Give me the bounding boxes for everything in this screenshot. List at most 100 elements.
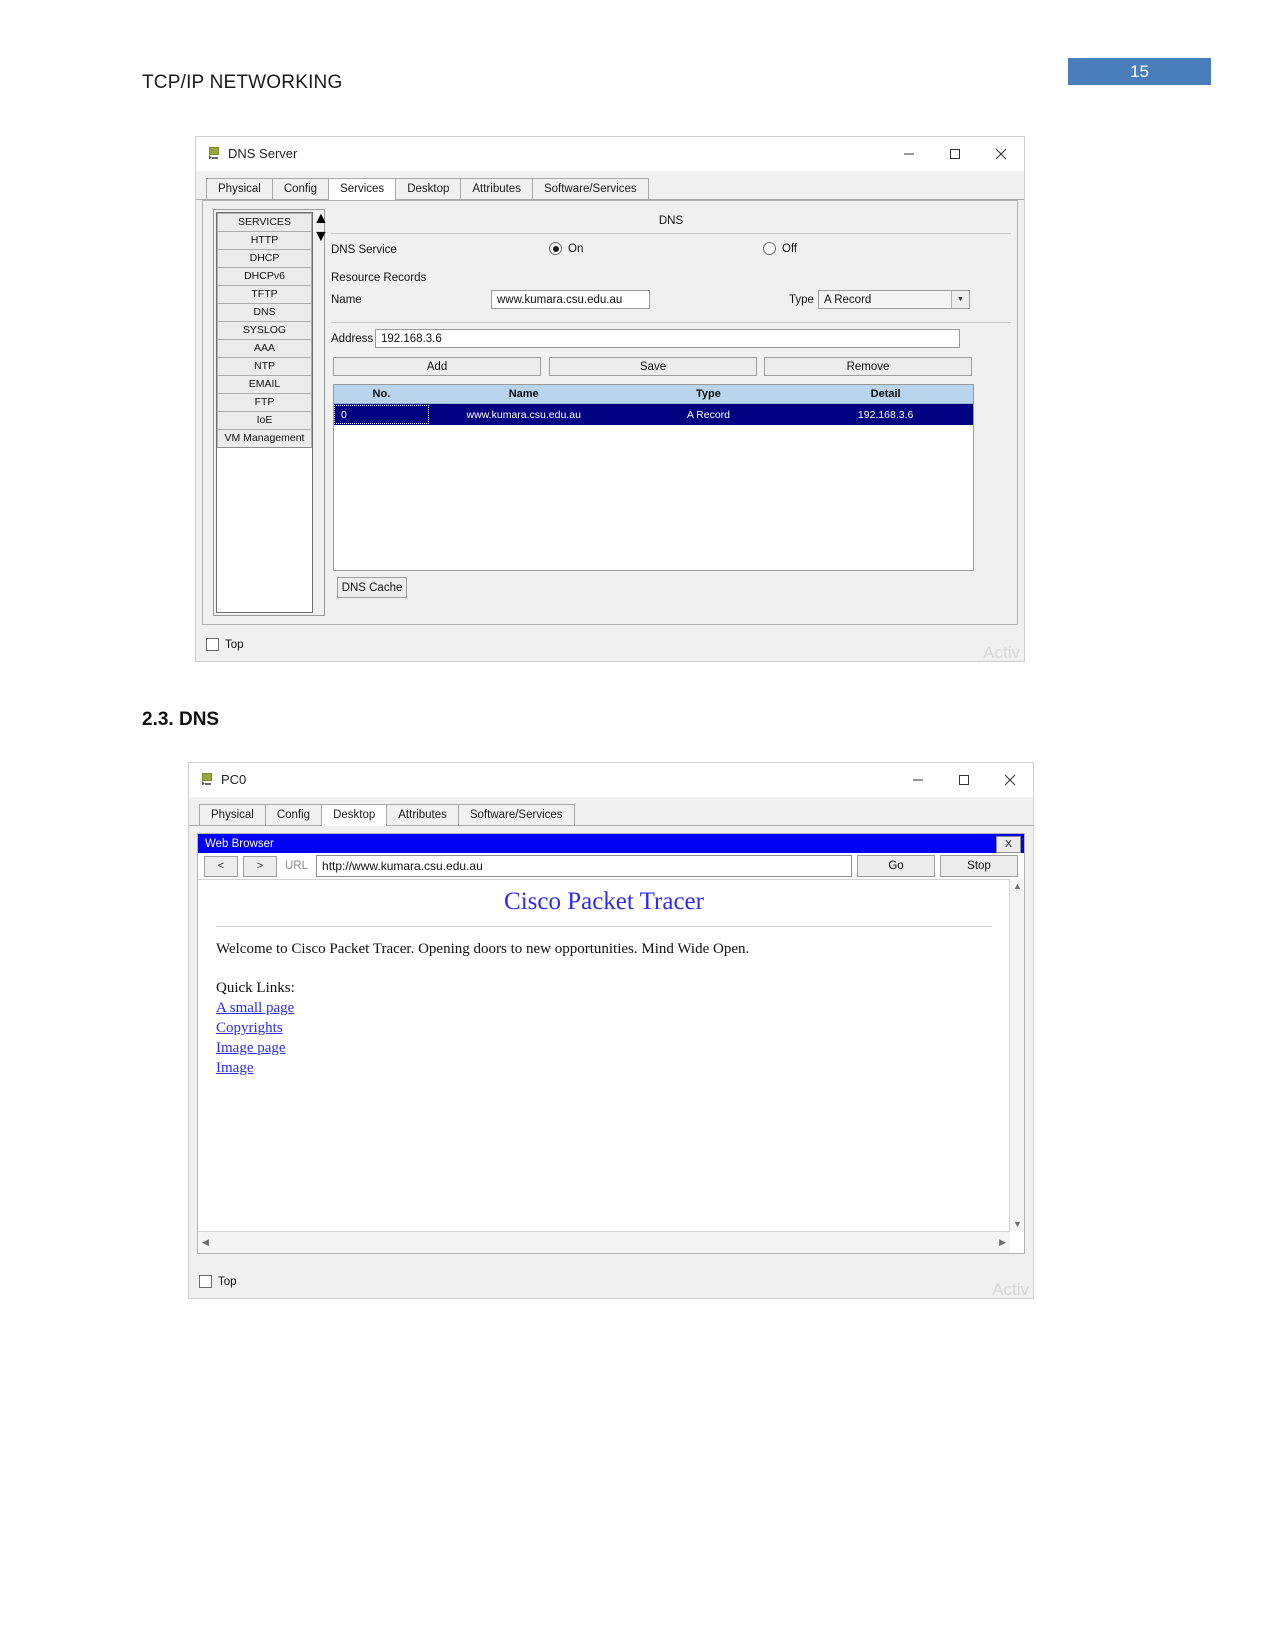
dns-cache-button[interactable]: DNS Cache	[337, 577, 407, 598]
sidebar-item-tftp[interactable]: TFTP	[217, 285, 312, 304]
resource-records-table: No. Name Type Detail 0 www.kumara.csu.ed…	[333, 384, 974, 571]
tab-config[interactable]: Config	[264, 804, 323, 825]
dns-service-on-radio[interactable]: On	[549, 242, 583, 255]
page-number-badge: 15	[1068, 58, 1211, 85]
dns-server-window: DNS Server Physical Config Services Desk…	[195, 136, 1025, 662]
dns-window-controls	[886, 137, 1024, 171]
dns-settings-panel: DNS DNS Service On Off Resource Records …	[331, 205, 1011, 618]
type-select[interactable]: A Record ▼	[818, 290, 970, 309]
tab-attributes[interactable]: Attributes	[386, 804, 459, 825]
chevron-up-icon[interactable]: ▲	[1013, 881, 1022, 891]
back-button[interactable]: <	[204, 855, 238, 877]
close-icon[interactable]	[987, 763, 1033, 797]
web-browser: Web Browser X < > URL http://www.kumara.…	[197, 833, 1025, 1254]
tab-desktop[interactable]: Desktop	[321, 804, 388, 826]
sidebar-item-dns[interactable]: DNS	[217, 303, 312, 322]
sidebar-item-ioe[interactable]: IoE	[217, 411, 312, 430]
document-header-title: TCP/IP NETWORKING	[142, 72, 343, 93]
services-list: SERVICES HTTP DHCP DHCPv6 TFTP DNS SYSLO…	[216, 212, 313, 613]
chevron-left-icon[interactable]: ◀	[202, 1237, 209, 1248]
top-checkbox[interactable]: Top	[206, 638, 244, 651]
forward-button[interactable]: >	[243, 855, 277, 877]
column-header-name: Name	[508, 388, 539, 400]
link-copyrights[interactable]: Copyrights	[198, 1017, 1010, 1037]
web-browser-titlebar: Web Browser X	[198, 834, 1024, 853]
add-button[interactable]: Add	[333, 357, 541, 376]
sidebar-item-dhcp[interactable]: DHCP	[217, 249, 312, 268]
tab-services[interactable]: Services	[328, 178, 397, 200]
stop-button[interactable]: Stop	[940, 855, 1018, 877]
pc0-window-titlebar: PC0	[189, 763, 1033, 797]
chevron-down-icon[interactable]: ▼	[1013, 1219, 1022, 1229]
cell-no: 0	[334, 405, 429, 424]
address-label: Address	[331, 333, 374, 345]
resource-records-label: Resource Records	[331, 272, 427, 284]
checkbox-icon[interactable]	[206, 638, 219, 651]
table-header-row: No. Name Type Detail	[334, 385, 973, 404]
dns-service-on-label: On	[568, 242, 584, 255]
tab-physical[interactable]: Physical	[206, 178, 273, 199]
pc0-window-footer: Top Activ	[189, 1268, 1033, 1299]
sidebar-item-services[interactable]: SERVICES	[217, 213, 312, 232]
maximize-icon[interactable]	[932, 137, 978, 171]
page-welcome-text: Welcome to Cisco Packet Tracer. Opening …	[216, 941, 750, 957]
chevron-down-icon[interactable]: ▼	[313, 228, 329, 245]
pc0-window: PC0 Physical Config Desktop Attributes S…	[188, 762, 1034, 1299]
radio-off-icon[interactable]	[763, 242, 776, 255]
link-a-small-page[interactable]: A small page	[198, 997, 1010, 1017]
maximize-icon[interactable]	[941, 763, 987, 797]
tab-attributes[interactable]: Attributes	[460, 178, 533, 199]
top-checkbox[interactable]: Top	[199, 1275, 237, 1288]
cell-name: www.kumara.csu.edu.au	[466, 408, 581, 421]
chevron-up-icon[interactable]: ▲	[313, 210, 329, 227]
column-header-detail: Detail	[870, 388, 901, 400]
pc0-window-controls	[895, 763, 1033, 797]
tab-software-services[interactable]: Software/Services	[531, 178, 649, 199]
name-input[interactable]: www.kumara.csu.edu.au	[491, 290, 650, 309]
minimize-icon[interactable]	[895, 763, 941, 797]
activate-watermark: Activ	[992, 1280, 1029, 1299]
packet-tracer-device-icon	[206, 146, 222, 161]
top-checkbox-label: Top	[225, 638, 244, 651]
quick-links-label: Quick Links:	[216, 980, 295, 996]
link-image[interactable]: Image	[198, 1057, 1010, 1077]
sidebar-item-dhcpv6[interactable]: DHCPv6	[217, 267, 312, 286]
dns-window-body: SERVICES HTTP DHCP DHCPv6 TFTP DNS SYSLO…	[202, 200, 1018, 625]
services-scrollbar[interactable]: ▲ ▼	[313, 210, 329, 615]
close-icon[interactable]	[978, 137, 1024, 171]
sidebar-item-ftp[interactable]: FTP	[217, 393, 312, 412]
packet-tracer-device-icon	[199, 772, 215, 787]
vertical-scrollbar[interactable]: ▲ ▼	[1009, 879, 1024, 1231]
table-row[interactable]: 0 www.kumara.csu.edu.au A Record 192.168…	[334, 404, 973, 425]
page-title: Cisco Packet Tracer	[504, 888, 704, 915]
services-sidebar: SERVICES HTTP DHCP DHCPv6 TFTP DNS SYSLO…	[213, 209, 329, 616]
sidebar-item-email[interactable]: EMAIL	[217, 375, 312, 394]
sidebar-item-ntp[interactable]: NTP	[217, 357, 312, 376]
tab-physical[interactable]: Physical	[199, 804, 266, 825]
cell-detail: 192.168.3.6	[857, 408, 914, 421]
horizontal-scrollbar[interactable]: ◀ ▶	[198, 1231, 1010, 1253]
name-label: Name	[331, 294, 362, 306]
go-button[interactable]: Go	[857, 855, 935, 877]
address-input[interactable]: 192.168.3.6	[375, 329, 960, 348]
chevron-down-icon[interactable]: ▼	[951, 291, 969, 308]
remove-button[interactable]: Remove	[764, 357, 972, 376]
link-image-page[interactable]: Image page	[198, 1037, 1010, 1057]
dns-service-off-radio[interactable]: Off	[763, 242, 797, 255]
minimize-icon[interactable]	[886, 137, 932, 171]
web-browser-close-button[interactable]: X	[996, 836, 1021, 853]
checkbox-icon[interactable]	[199, 1275, 212, 1288]
radio-on-icon[interactable]	[549, 242, 562, 255]
save-button[interactable]: Save	[549, 357, 757, 376]
sidebar-item-vm-management[interactable]: VM Management	[217, 429, 312, 448]
sidebar-item-aaa[interactable]: AAA	[217, 339, 312, 358]
sidebar-item-http[interactable]: HTTP	[217, 231, 312, 250]
browser-page-content: Cisco Packet Tracer Welcome to Cisco Pac…	[198, 879, 1010, 1231]
tab-desktop[interactable]: Desktop	[395, 178, 462, 199]
url-input[interactable]: http://www.kumara.csu.edu.au	[316, 855, 852, 877]
sidebar-item-syslog[interactable]: SYSLOG	[217, 321, 312, 340]
dns-service-off-label: Off	[782, 242, 798, 255]
tab-config[interactable]: Config	[271, 178, 330, 199]
tab-software-services[interactable]: Software/Services	[457, 804, 575, 825]
chevron-right-icon[interactable]: ▶	[999, 1237, 1006, 1248]
